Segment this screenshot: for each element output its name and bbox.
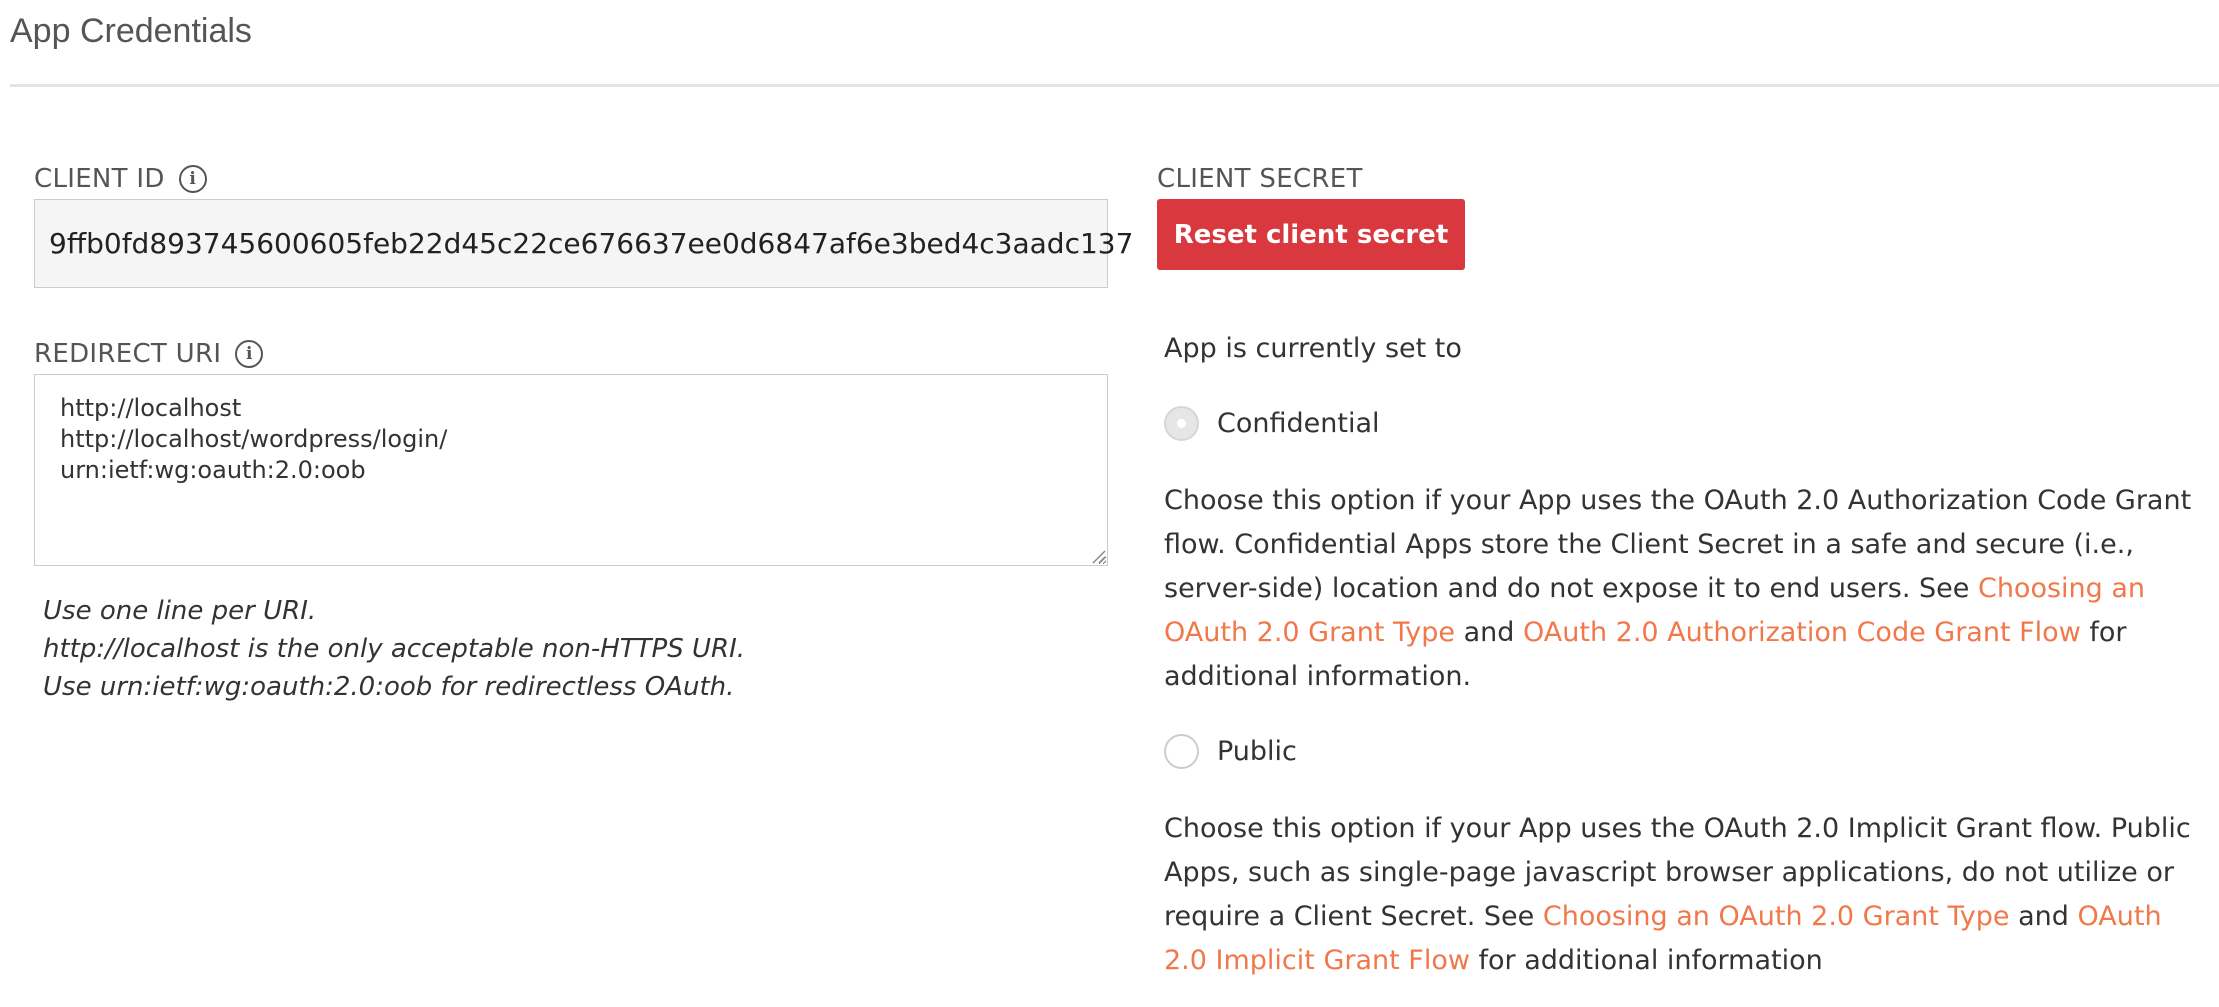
client-id-label-text: CLIENT ID	[34, 164, 165, 194]
desc-text: and	[2009, 901, 2078, 932]
client-id-value: 9ffb0fd893745600605feb22d45c22ce676637ee…	[49, 227, 1134, 260]
hint-line: Use one line per URI.	[43, 596, 317, 626]
radio-public-label: Public	[1217, 736, 1297, 767]
redirect-uri-label-text: REDIRECT URI	[34, 339, 222, 369]
confidential-description: Choose this option if your App uses the …	[1164, 479, 2204, 699]
redirect-uri-textarea[interactable]: http://localhost http://localhost/wordpr…	[34, 374, 1108, 566]
radio-public-input[interactable]	[1164, 734, 1199, 769]
public-description: Choose this option if your App uses the …	[1164, 807, 2204, 983]
radio-public[interactable]: Public	[1164, 734, 1297, 769]
info-icon[interactable]: i	[178, 165, 207, 193]
client-secret-label: CLIENT SECRET	[1157, 164, 1363, 194]
redirect-uri-label: REDIRECT URI i	[34, 339, 264, 369]
hint-line: Use urn:ietf:wg:oauth:2.0:oob for redire…	[43, 672, 735, 702]
client-id-label: CLIENT ID i	[34, 164, 207, 194]
grant-type-link[interactable]: Choosing an OAuth 2.0 Grant Type	[1543, 901, 2010, 932]
title-divider	[10, 84, 2219, 87]
page-title: App Credentials	[10, 12, 252, 50]
app-type-status: App is currently set to	[1164, 333, 1462, 364]
redirect-uri-hints: Use one line per URI. http://localhost i…	[43, 592, 745, 706]
reset-client-secret-button[interactable]: Reset client secret	[1157, 199, 1465, 270]
radio-confidential-input[interactable]	[1164, 406, 1199, 441]
auth-code-grant-flow-link[interactable]: OAuth 2.0 Authorization Code Grant Flow	[1523, 617, 2081, 648]
desc-text: and	[1455, 617, 1523, 648]
hint-line: http://localhost is the only acceptable …	[43, 634, 746, 664]
radio-confidential[interactable]: Confidential	[1164, 406, 1380, 441]
resize-grip-icon[interactable]	[1090, 548, 1106, 564]
client-id-field[interactable]: 9ffb0fd893745600605feb22d45c22ce676637ee…	[34, 199, 1133, 288]
client-secret-label-text: CLIENT SECRET	[1157, 164, 1363, 194]
info-icon[interactable]: i	[235, 340, 264, 368]
desc-text: for additional information	[1469, 945, 1823, 976]
radio-confidential-label: Confidential	[1217, 408, 1380, 439]
